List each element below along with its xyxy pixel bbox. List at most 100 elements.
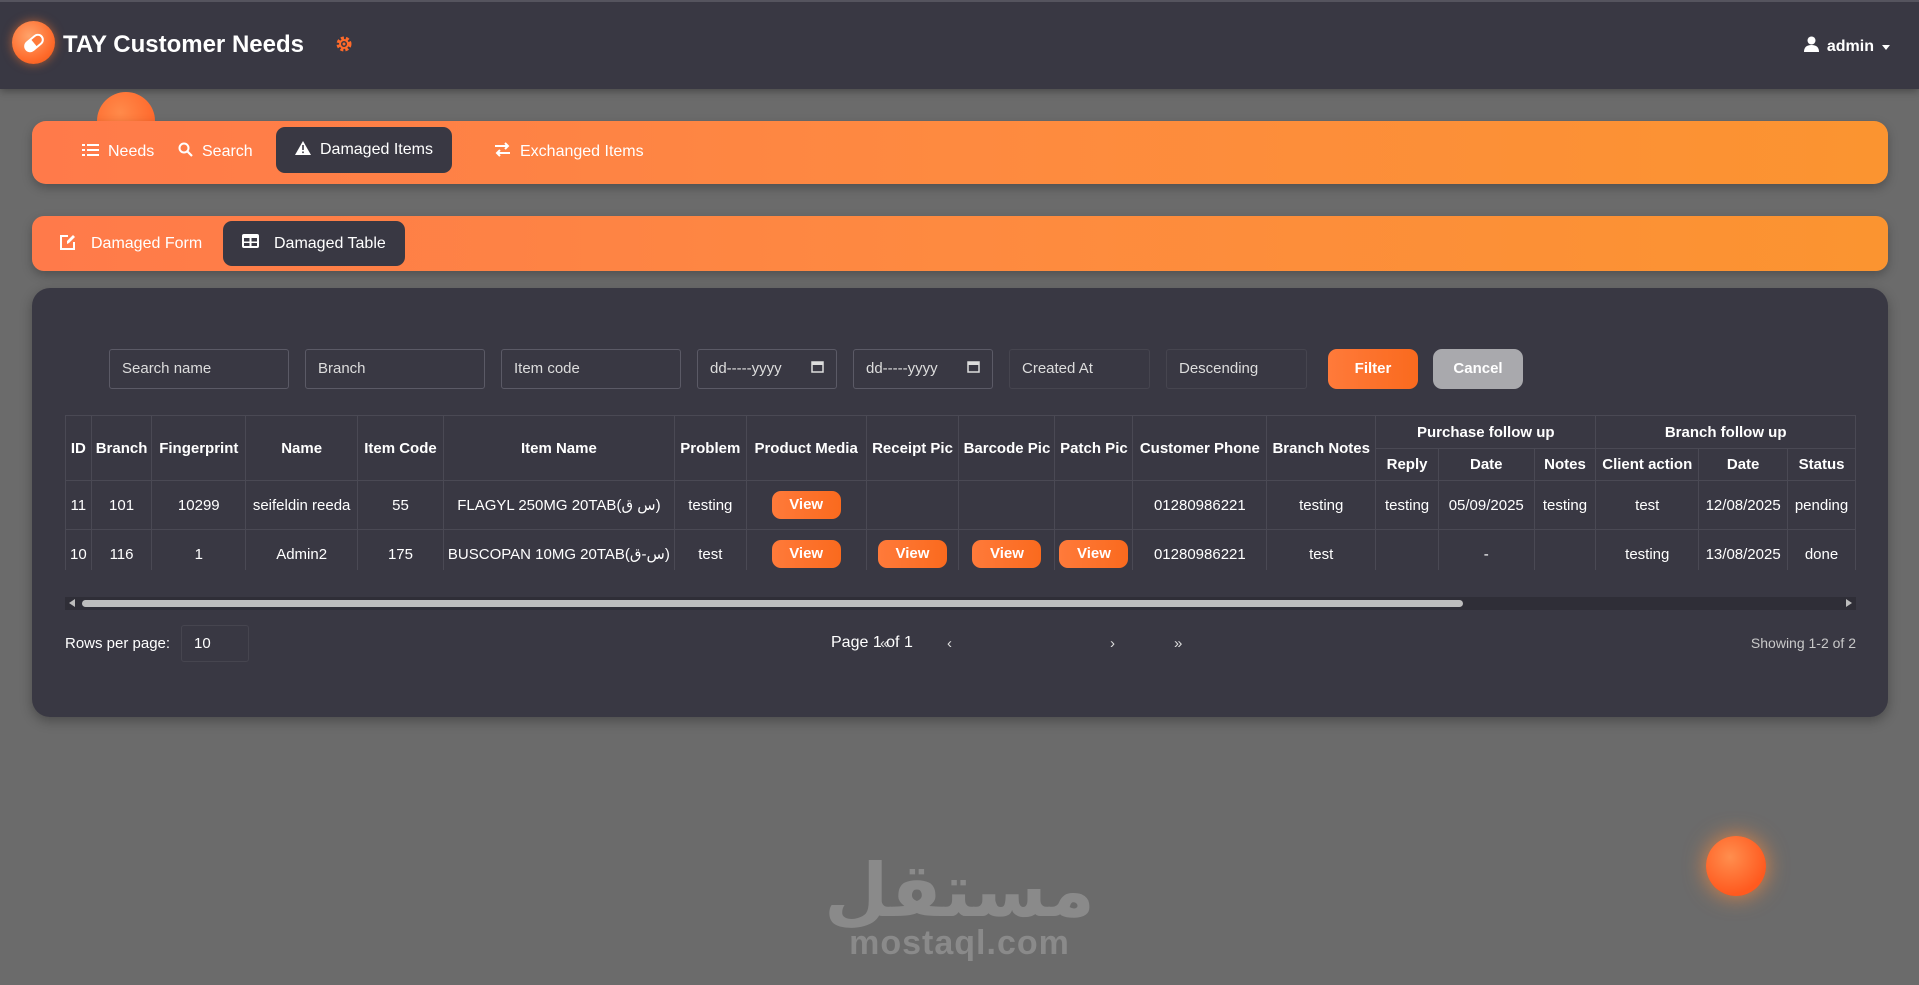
col-client-action: Client action — [1595, 448, 1700, 481]
cell-patch-pic — [1054, 480, 1134, 530]
col-customer-phone: Customer Phone — [1132, 415, 1268, 481]
cell-id: 11 — [65, 480, 92, 530]
pagination: Rows per page: 10 « ‹ Page 1 of 1 › » Sh… — [65, 625, 1856, 662]
showing-count: Showing 1-2 of 2 — [1750, 635, 1856, 651]
group-branch-follow-up: Branch follow up — [1595, 415, 1856, 449]
col-problem: Problem — [673, 415, 747, 481]
warning-icon — [295, 140, 311, 160]
watermark-arabic: مستقل — [824, 848, 1095, 934]
subnav-label: Damaged Table — [274, 234, 386, 252]
cell-problem: test — [673, 529, 747, 570]
cell-item-name: FLAGYL 250MG 20TAB(س ق) — [442, 480, 675, 530]
cell-fingerprint: 10299 — [151, 480, 247, 530]
cell-date-2: 12/08/2025 — [1698, 480, 1789, 530]
scrollbar-thumb[interactable] — [82, 600, 1463, 607]
cell-name: seifeldin reeda — [245, 480, 359, 530]
col-status: Status — [1787, 448, 1856, 481]
app-title: TAY Customer Needs — [63, 31, 304, 58]
nav-item-exchanged-items[interactable]: Exchanged Items — [475, 129, 663, 175]
scroll-left-arrow-icon[interactable] — [69, 599, 75, 607]
cell-item-name: BUSCOPAN 10MG 20TAB(س-ق) — [442, 529, 675, 570]
cell-barcode-pic: View — [958, 529, 1056, 570]
item-code-input[interactable]: Item code — [501, 349, 681, 389]
date-from-input[interactable]: dd-----yyyy — [697, 349, 837, 389]
branch-input[interactable]: Branch — [305, 349, 485, 389]
cell-branch: 101 — [90, 480, 153, 530]
subnav-label: Damaged Form — [91, 235, 203, 252]
col-reply: Reply — [1375, 448, 1439, 481]
subnav-item-damaged-form[interactable]: Damaged Form — [40, 221, 221, 267]
date-from-value: dd-----yyyy — [710, 360, 782, 377]
cell-status: done — [1787, 529, 1856, 570]
user-menu[interactable]: admin — [1803, 36, 1890, 57]
nav-label: Exchanged Items — [520, 143, 644, 160]
nav-item-search[interactable]: Search — [159, 129, 272, 175]
next-page-button[interactable]: › — [1110, 635, 1115, 652]
col-patch-pic: Patch Pic — [1054, 415, 1134, 481]
cell-client-action: test — [1595, 480, 1700, 530]
cell-notes: testing — [1533, 480, 1597, 530]
list-icon — [82, 143, 99, 162]
main-nav: Needs Search Damaged Items Exchanged Ite… — [32, 121, 1888, 184]
page-info: Page 1 of 1 — [831, 634, 913, 651]
nav-item-needs[interactable]: Needs — [63, 129, 173, 175]
user-icon — [1803, 36, 1819, 57]
cell-date-2: 13/08/2025 — [1698, 529, 1789, 570]
group-purchase-follow-up: Purchase follow up — [1375, 415, 1597, 449]
cell-date: 05/09/2025 — [1437, 480, 1535, 530]
cell-branch: 116 — [90, 529, 153, 570]
nav-item-damaged-items[interactable]: Damaged Items — [276, 127, 452, 173]
col-receipt-pic: Receipt Pic — [865, 415, 960, 481]
prev-page-button[interactable]: ‹ — [947, 635, 952, 652]
subnav-item-damaged-table[interactable]: Damaged Table — [223, 221, 405, 266]
search-name-input[interactable]: Search name — [109, 349, 289, 389]
cell-receipt-pic — [865, 480, 960, 530]
sort-field-select[interactable]: Created At — [1009, 349, 1150, 389]
view-product-media-button[interactable]: View — [771, 491, 841, 519]
cell-customer-phone: 01280986221 — [1132, 529, 1268, 570]
damaged-items-table: ID Branch Fingerprint Name Item Code Ite… — [65, 415, 1856, 570]
cell-fingerprint: 1 — [151, 529, 247, 570]
damaged-table-panel: Search name Branch Item code dd-----yyyy… — [32, 288, 1888, 717]
edit-icon — [59, 234, 76, 255]
gear-icon[interactable] — [334, 34, 356, 56]
user-name: admin — [1826, 37, 1874, 55]
table-icon — [242, 234, 259, 253]
col-item-code: Item Code — [357, 415, 444, 481]
scroll-right-arrow-icon[interactable] — [1846, 599, 1852, 607]
cell-customer-phone: 01280986221 — [1132, 480, 1268, 530]
calendar-icon[interactable] — [967, 350, 980, 388]
view-receipt-pic-button[interactable]: View — [878, 540, 947, 568]
cell-barcode-pic — [958, 480, 1056, 530]
cell-branch-notes: test — [1266, 529, 1377, 570]
cell-date: - — [1437, 529, 1535, 570]
cell-item-code: 175 — [357, 529, 444, 570]
date-to-value: dd-----yyyy — [866, 360, 938, 377]
filter-button[interactable]: Filter — [1328, 349, 1418, 389]
calendar-icon[interactable] — [811, 350, 824, 388]
nav-label: Damaged Items — [320, 141, 433, 158]
cell-patch-pic: View — [1054, 529, 1134, 570]
date-to-input[interactable]: dd-----yyyy — [853, 349, 993, 389]
cell-reply — [1375, 529, 1439, 570]
col-id: ID — [65, 415, 92, 481]
cell-item-code: 55 — [357, 480, 444, 530]
sort-order-select[interactable]: Descending — [1166, 349, 1307, 389]
last-page-button[interactable]: » — [1174, 635, 1182, 652]
nav-label: Needs — [108, 143, 155, 160]
col-branch-notes: Branch Notes — [1266, 415, 1377, 481]
horizontal-scrollbar[interactable] — [65, 597, 1856, 610]
nav-label: Search — [202, 143, 253, 160]
view-product-media-button[interactable]: View — [771, 540, 841, 568]
cell-branch-notes: testing — [1266, 480, 1377, 530]
rows-per-page-select[interactable]: 10 — [181, 625, 249, 662]
col-barcode-pic: Barcode Pic — [958, 415, 1056, 481]
col-branch: Branch — [90, 415, 153, 481]
cell-name: Admin2 — [245, 529, 359, 570]
cell-notes — [1533, 529, 1597, 570]
damaged-items-table-container: ID Branch Fingerprint Name Item Code Ite… — [65, 415, 1856, 570]
view-barcode-pic-button[interactable]: View — [972, 540, 1042, 568]
cancel-button[interactable]: Cancel — [1433, 349, 1523, 389]
view-patch-pic-button[interactable]: View — [1059, 540, 1129, 568]
col-date: Date — [1437, 448, 1535, 481]
